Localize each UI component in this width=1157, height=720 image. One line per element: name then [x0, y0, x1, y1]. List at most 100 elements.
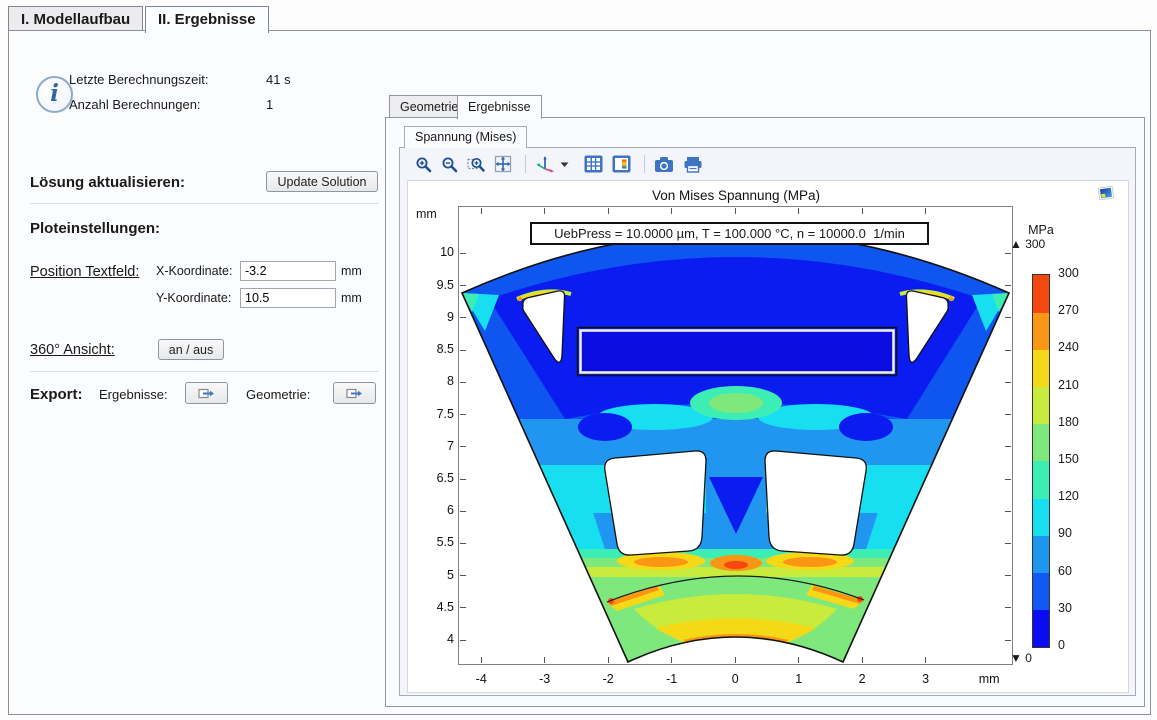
colorbar-band: [1033, 424, 1049, 462]
export-geometry-button[interactable]: [333, 382, 376, 404]
x-tick-label: 3: [906, 672, 946, 686]
colorbar-tick-label: 120: [1058, 489, 1079, 503]
last-computation-label: Letzte Berechnungszeit:: [69, 72, 208, 87]
y-tick-label: 5.5: [410, 535, 454, 549]
plot-title: Von Mises Spannung (MPa): [536, 188, 936, 203]
colorbar-band: [1033, 498, 1049, 536]
view-orientation-icon[interactable]: [535, 154, 555, 174]
results-graphics-panel: Spannung (Mises): [385, 117, 1145, 707]
x-coordinate-input[interactable]: [240, 261, 336, 281]
divider: [30, 371, 379, 372]
tab-spannung-mises[interactable]: Spannung (Mises): [404, 126, 527, 148]
zoom-box-icon[interactable]: [467, 154, 485, 174]
y-tick: [460, 382, 466, 383]
x-tick: [735, 208, 736, 214]
x-tick-label: 0: [715, 672, 755, 686]
y-tick-label: 9: [410, 310, 454, 324]
colorbar-tick-label: 60: [1058, 564, 1072, 578]
colorbar-tick-label: 240: [1058, 340, 1079, 354]
y-unit-label: mm: [341, 291, 362, 305]
x-tick: [735, 657, 736, 663]
y-tick-label: 10: [410, 245, 454, 259]
x-tick: [862, 657, 863, 663]
y-tick: [460, 479, 466, 480]
y-coordinate-input[interactable]: [240, 288, 336, 308]
toolbar-separator: [644, 155, 645, 173]
x-tick-label: -3: [525, 672, 565, 686]
plot-window-icon[interactable]: [1096, 183, 1116, 208]
y-axis-unit-label: mm: [416, 207, 437, 221]
zoom-extents-icon[interactable]: [494, 154, 512, 174]
x-tick: [925, 208, 926, 214]
plot-toolbar: [401, 149, 1134, 179]
plot-canvas[interactable]: Von Mises Spannung (MPa) mm: [407, 180, 1129, 693]
x-tick: [798, 208, 799, 214]
x-unit-label: mm: [341, 264, 362, 278]
x-tick-label: -4: [461, 672, 501, 686]
colorbar-band: [1033, 461, 1049, 499]
colorbar-tick-label: 0: [1058, 638, 1065, 652]
colorbar-tick-label: 30: [1058, 601, 1072, 615]
y-tick: [1005, 317, 1011, 318]
y-tick: [1005, 640, 1011, 641]
info-icon-glyph: i: [50, 82, 59, 105]
export-icon: [198, 387, 215, 400]
x-tick: [671, 208, 672, 214]
computation-count-value: 1: [266, 97, 273, 112]
y-tick: [460, 511, 466, 512]
y-tick-label: 4.5: [410, 600, 454, 614]
colorbar-tick-label: 180: [1058, 415, 1079, 429]
tab-modellaufbau[interactable]: I. Modellaufbau: [8, 6, 143, 32]
y-tick: [460, 285, 466, 286]
colorbar-tick-label: 150: [1058, 452, 1079, 466]
y-tick-label: 6: [410, 503, 454, 517]
x-tick: [925, 657, 926, 663]
tab-ergebnisse-plot[interactable]: Ergebnisse: [457, 95, 542, 119]
y-tick-label: 8.5: [410, 342, 454, 356]
y-coordinate-label: Y-Koordinate:: [156, 291, 231, 305]
colorbar-min-marker: ▼ 0: [1010, 651, 1032, 665]
colorbar-max-marker: ▲ 300: [1010, 237, 1045, 251]
parameter-annotation: UebPress = 10.0000 µm, T = 100.000 °C, n…: [530, 222, 929, 245]
y-tick-label: 6.5: [410, 471, 454, 485]
color-legend-toggle-icon[interactable]: [612, 154, 631, 174]
y-tick: [460, 350, 466, 351]
tab-ergebnisse[interactable]: II. Ergebnisse: [145, 6, 269, 33]
export-geometry-label: Geometrie:: [246, 387, 310, 402]
colorbar-band: [1033, 535, 1049, 573]
colorbar-tick-label: 90: [1058, 526, 1072, 540]
update-solution-button[interactable]: Update Solution: [266, 171, 378, 192]
colorbar-band: [1033, 312, 1049, 350]
y-tick: [1005, 607, 1011, 608]
export-icon: [346, 387, 363, 400]
axes-frame: [458, 206, 1013, 665]
y-tick: [1005, 446, 1011, 447]
colorbar-tick-label: 300: [1058, 266, 1079, 280]
last-computation-value: 41 s: [266, 72, 291, 87]
x-tick: [544, 208, 545, 214]
export-results-label: Ergebnisse:: [99, 387, 168, 402]
colorbar-tick-label: 270: [1058, 303, 1079, 317]
zoom-out-icon[interactable]: [441, 154, 458, 174]
y-tick: [460, 575, 466, 576]
plot-settings-heading: Ploteinstellungen:: [30, 220, 160, 237]
y-tick: [460, 414, 466, 415]
stress-contour-plot: [459, 207, 1012, 664]
y-tick: [460, 640, 466, 641]
flux-barrier-hole-right: [765, 451, 866, 555]
y-tick: [460, 446, 466, 447]
y-tick: [1005, 414, 1011, 415]
x-axis-unit-label: mm: [969, 672, 1009, 686]
x-tick: [798, 657, 799, 663]
export-results-button[interactable]: [185, 382, 228, 404]
zoom-in-icon[interactable]: [415, 154, 432, 174]
y-tick: [460, 317, 466, 318]
colorbar-tick-label: 210: [1058, 378, 1079, 392]
view-orientation-dropdown-icon[interactable]: [560, 154, 569, 174]
y-tick: [1005, 575, 1011, 576]
grid-toggle-icon[interactable]: [584, 154, 603, 174]
view-360-toggle-button[interactable]: an / aus: [158, 339, 224, 360]
image-snapshot-icon[interactable]: [654, 154, 674, 174]
magnet-region: [581, 331, 894, 373]
print-icon[interactable]: [683, 154, 703, 174]
